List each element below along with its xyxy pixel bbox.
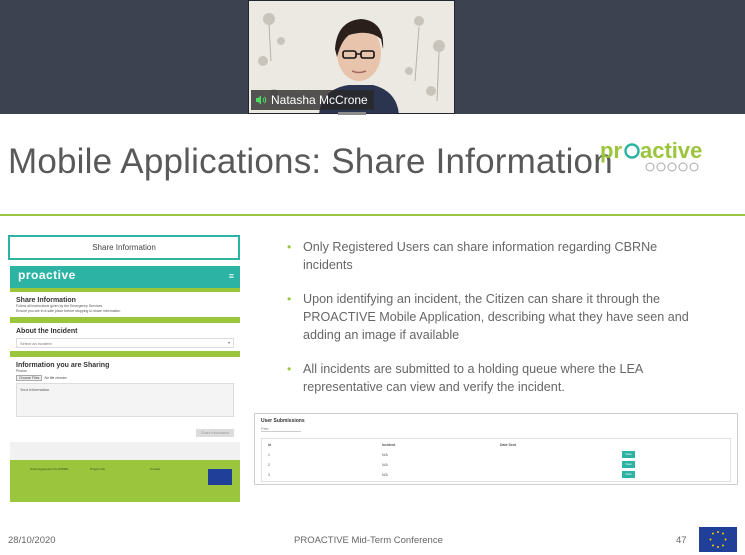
share-information-button[interactable]: Share Information [8,235,240,260]
eu-flag-icon [208,469,232,485]
row-incident: N/A [382,453,388,457]
title-divider [0,214,745,216]
svg-text:active: active [640,138,702,163]
page-number: 47 [676,535,687,546]
view-button[interactable]: View [622,451,635,458]
conference-name: PROACTIVE Mid-Term Conference [294,535,443,546]
row-id: 2 [268,463,270,467]
app-logo: proactive [18,268,76,282]
svg-text:pr: pr [600,138,622,163]
eu-flag-icon [699,527,737,552]
about-incident-card: About the Incident Select an incident ▾ [10,323,240,351]
submit-row: Share Information [16,421,234,439]
speaker-icon [256,95,267,105]
bullet-item: Upon identifying an incident, the Citize… [287,290,707,344]
sharing-heading: Information you are Sharing [16,362,110,369]
participant-name: Natasha McCrone [271,93,368,107]
hamburger-menu-icon[interactable]: ≡ [229,271,234,281]
table-row: 1 N/A View [262,450,732,460]
app-navbar: proactive ≡ [10,266,240,288]
table-row: 3 N/A View [262,470,732,480]
column-header: Incident [382,443,396,447]
share-info-heading: Share Information [16,297,76,304]
column-header: Date Sent [500,443,517,447]
incident-select-placeholder: Select an incident [20,341,52,346]
choose-files-button[interactable]: Choose Files [16,375,43,381]
incident-select[interactable]: Select an incident ▾ [16,338,234,348]
file-picker: Choose Files No file chosen [16,375,234,381]
row-id: 1 [268,453,270,457]
view-button[interactable]: View [622,471,635,478]
about-incident-heading: About the Incident [16,328,78,335]
bullet-item: Only Registered Users can share informat… [287,238,707,274]
filter-input[interactable]: Filter [261,427,301,432]
slide-date: 28/10/2020 [8,535,56,546]
submissions-table: Id Incident Date Sent 1 N/A View 2 N/A V… [261,438,731,482]
column-header: Id [268,443,272,447]
footer-contact: Contact [150,467,161,471]
row-incident: N/A [382,473,388,477]
view-button[interactable]: View [622,461,635,468]
bullet-list: Only Registered Users can share informat… [287,238,707,412]
your-information-textarea[interactable]: Your Information [16,383,234,417]
participant-name-plate: Natasha McCrone [251,90,374,110]
instruction-line-2: Ensure you are in a safe place before st… [16,309,121,313]
bullet-item: All incidents are submitted to a holding… [287,360,707,396]
row-id: 3 [268,473,270,477]
app-footer: Grant Agreement No 832981 Project Info C… [10,460,240,502]
slide-title: Mobile Applications: Share Information [8,142,613,181]
chevron-down-icon: ▾ [227,340,230,345]
footer-grant: Grant Agreement No 832981 [30,467,69,471]
user-submissions-panel: User Submissions Filter Id Incident Date… [254,413,738,485]
mobile-app-form: proactive ≡ Share Information Follow all… [10,266,240,502]
participant-video-tile[interactable]: Natasha McCrone [248,0,455,114]
sharing-card: Information you are Sharing Photos Choos… [10,357,240,442]
row-incident: N/A [382,463,388,467]
footer-project-info: Project Info [90,467,106,471]
share-info-card: Share Information Follow all instruction… [10,292,240,317]
submissions-title: User Submissions [261,418,305,424]
proactive-logo: pr active [600,138,702,172]
app-screenshot: Share Information proactive ≡ Share Info… [8,235,240,502]
photos-label: Photos [16,369,27,373]
active-speaker-indicator [338,112,366,115]
submit-share-button[interactable]: Share Information [196,429,234,437]
no-file-label: No file chosen [44,376,67,380]
table-row: 2 N/A View [262,460,732,470]
table-header: Id Incident Date Sent [262,440,732,450]
